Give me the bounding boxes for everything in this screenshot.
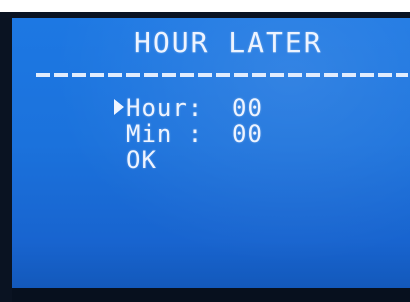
title-divider (36, 73, 408, 77)
photo-frame: HOUR LATER Hour: 00 Min : 00 OK (0, 0, 410, 302)
screen-glare (12, 18, 410, 298)
ok-button[interactable]: OK (126, 146, 157, 174)
min-label: Min : (126, 120, 204, 148)
hour-label: Hour: (126, 94, 204, 122)
selection-arrow-icon (114, 99, 124, 115)
screen-title: HOUR LATER (134, 26, 323, 59)
hour-value[interactable]: 00 (232, 94, 263, 122)
bezel-bottom-edge (12, 288, 410, 302)
min-value[interactable]: 00 (232, 120, 263, 148)
lcd-screen: HOUR LATER Hour: 00 Min : 00 OK (12, 18, 410, 298)
